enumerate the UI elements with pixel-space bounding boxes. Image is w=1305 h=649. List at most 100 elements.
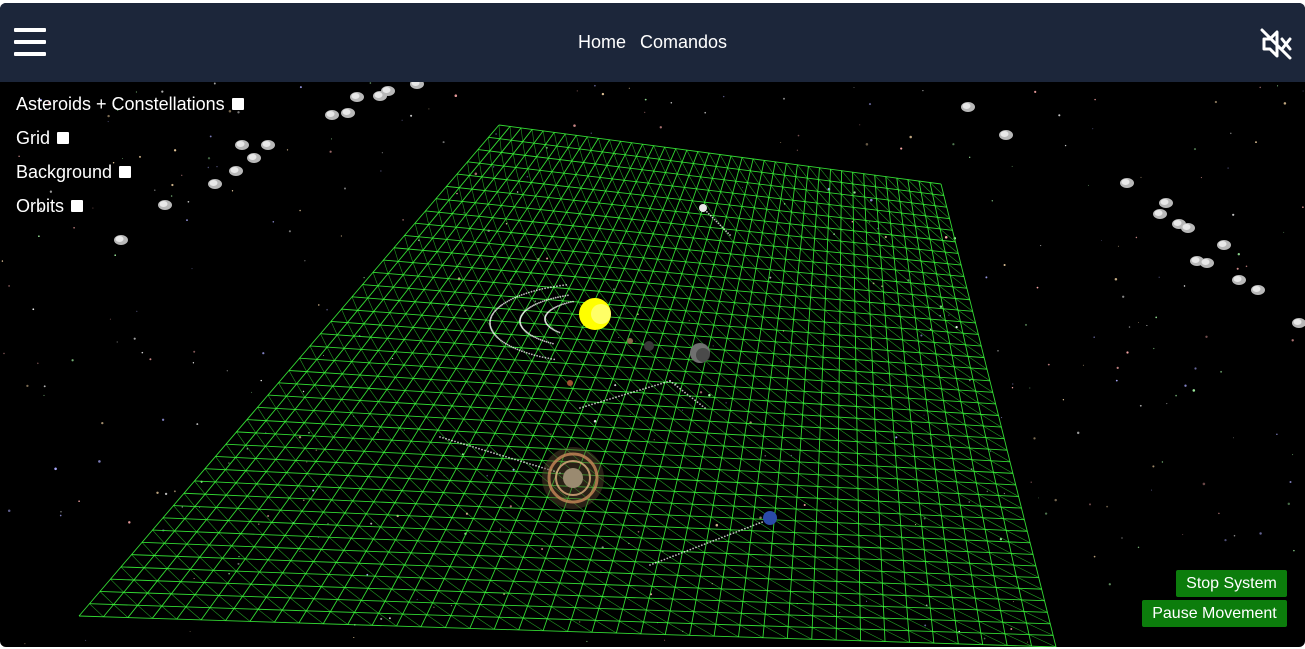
grid-diagonal	[744, 434, 763, 449]
grid-diagonal	[748, 554, 770, 568]
asteroids-constellations-checkbox[interactable]	[231, 98, 244, 110]
grid-diagonal	[768, 197, 780, 211]
grid-diagonal	[811, 285, 826, 299]
orbits-checkbox[interactable]	[71, 200, 84, 212]
grid-diagonal	[644, 220, 654, 235]
grid-diagonal	[363, 451, 377, 465]
grid-diagonal	[785, 258, 799, 273]
grid-diagonal	[255, 458, 267, 472]
toggle-orbits: Orbits	[16, 189, 244, 223]
star	[299, 550, 301, 552]
grid-diagonal	[471, 189, 476, 203]
grid-diagonal	[619, 536, 639, 551]
asteroid-highlight	[374, 92, 383, 98]
orbit-dot	[699, 403, 701, 405]
orbit-dot	[545, 299, 548, 301]
grid-diagonal	[572, 225, 580, 240]
grid-diagonal	[901, 536, 925, 551]
grid-diagonal	[777, 318, 793, 332]
orbit-dot	[633, 390, 635, 393]
star	[43, 385, 46, 388]
grid-diagonal	[335, 462, 349, 476]
star	[1233, 534, 1236, 537]
grid-diagonal	[598, 328, 611, 342]
grid-diagonal	[183, 493, 196, 507]
star	[334, 431, 336, 433]
grid-diagonal	[605, 512, 624, 526]
grid-diagonal	[209, 607, 226, 621]
grid-diagonal	[790, 591, 814, 605]
grid-diagonal	[246, 495, 260, 510]
grid-checkbox[interactable]	[57, 132, 70, 144]
grid-diagonal	[804, 201, 817, 215]
grid-diagonal	[386, 363, 396, 378]
grid-diagonal	[872, 372, 891, 386]
grid-diagonal	[938, 492, 961, 506]
grid-diagonal	[647, 513, 667, 528]
planet-earth-shade	[696, 348, 710, 362]
grid-diagonal	[605, 451, 622, 465]
star	[161, 418, 165, 421]
grid-diagonal	[741, 157, 751, 171]
grid-diagonal	[470, 344, 481, 358]
star	[26, 384, 29, 388]
grid-diagonal	[297, 585, 314, 599]
grid-diagonal	[870, 325, 888, 339]
grid-diagonal	[767, 400, 785, 415]
grid-diagonal	[503, 166, 507, 180]
grid-diagonal	[137, 605, 153, 619]
star	[853, 86, 855, 88]
grid-diagonal	[443, 492, 459, 506]
grid-diagonal	[692, 286, 705, 301]
orbit-dot	[508, 344, 511, 347]
grid-diagonal	[531, 360, 544, 375]
star	[594, 84, 596, 87]
grid-diagonal	[618, 217, 627, 232]
grid-diagonal	[399, 427, 412, 442]
grid-diagonal	[738, 218, 750, 232]
star	[114, 254, 116, 256]
grid-diagonal	[176, 556, 191, 570]
background-checkbox[interactable]	[119, 166, 132, 178]
grid-diagonal	[336, 334, 345, 349]
grid-diagonal	[458, 393, 471, 408]
star	[1093, 336, 1095, 339]
grid-diagonal	[876, 454, 897, 468]
orbit-dot	[472, 446, 474, 448]
nav-link-comandos[interactable]: Comandos	[640, 32, 727, 53]
speaker-muted-icon[interactable]	[1259, 27, 1293, 61]
grid-diagonal	[395, 351, 405, 366]
stop-system-button[interactable]: Stop System	[1176, 570, 1287, 597]
grid-diagonal	[538, 286, 548, 300]
grid-diagonal	[857, 476, 879, 490]
pause-movement-button[interactable]: Pause Movement	[1142, 600, 1287, 627]
grid-diagonal	[669, 610, 692, 624]
grid-diagonal	[295, 460, 308, 474]
grid-diagonal	[809, 308, 825, 323]
grid-diagonal	[518, 220, 526, 235]
grid-diagonal	[836, 628, 861, 642]
grid-diagonal	[494, 433, 509, 447]
grid-diagonal	[461, 330, 472, 345]
grid-diagonal	[433, 404, 446, 419]
grid-diagonal	[492, 217, 498, 232]
grid-diagonal	[536, 156, 541, 171]
orbit-dot	[749, 525, 752, 528]
nav-link-home[interactable]: Home	[578, 32, 626, 53]
grid-diagonal	[702, 564, 724, 578]
toggle-asteroids-constellations: Asteroids + Constellations	[16, 87, 244, 121]
asteroid-highlight	[115, 236, 124, 242]
hamburger-menu-icon[interactable]	[14, 27, 46, 57]
grid-diagonal	[650, 502, 670, 516]
grid-diagonal	[838, 428, 858, 442]
grid-diagonal	[508, 258, 517, 272]
grid-diagonal	[745, 327, 760, 341]
asteroid-highlight	[1293, 319, 1302, 325]
star	[60, 511, 62, 513]
grid-diagonal	[478, 216, 484, 230]
star	[769, 276, 772, 279]
grid-diagonal	[786, 247, 800, 261]
grid-diagonal	[908, 271, 925, 285]
grid-diagonal	[609, 267, 620, 281]
grid-diagonal	[489, 531, 507, 545]
